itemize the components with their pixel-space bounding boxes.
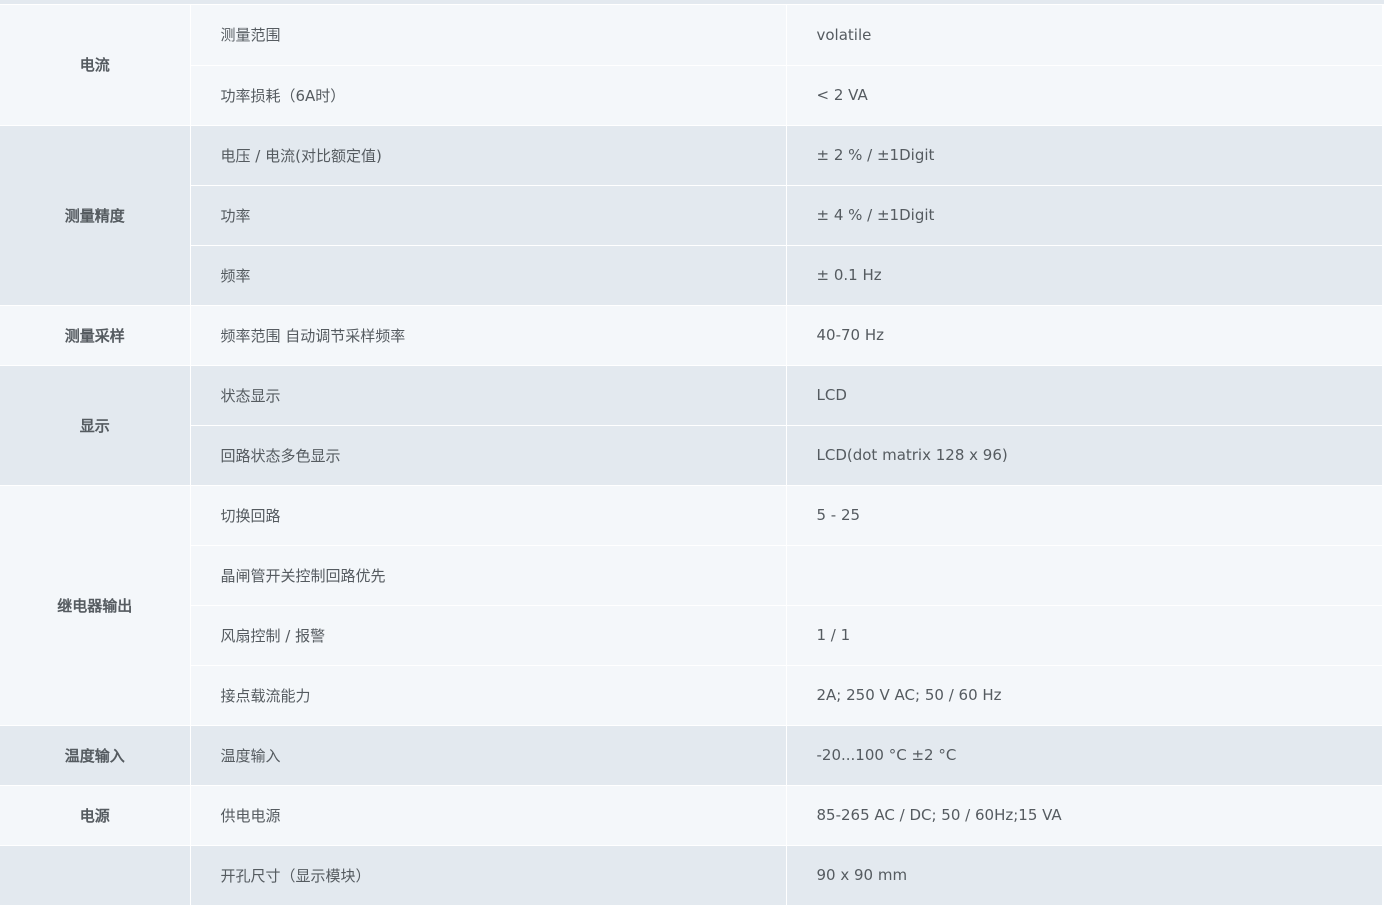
spec-value-cell xyxy=(786,545,1382,606)
category-cell: 电流 xyxy=(0,5,191,126)
table-row: 温度输入 温度输入 -20...100 °C ±2 °C xyxy=(0,725,1382,786)
category-cell: 继电器输出 xyxy=(0,485,191,726)
table-row: 晶闸管开关控制回路优先 xyxy=(0,545,1382,606)
table-row: 电源 供电电源 85-265 AC / DC; 50 / 60Hz;15 VA xyxy=(0,785,1382,846)
spec-item-cell: 开孔尺寸（显示模块） xyxy=(190,845,787,906)
spec-item-cell: 供电电源 xyxy=(190,785,787,846)
spec-value-cell: < 2 VA xyxy=(786,65,1382,126)
spec-item-cell: 频率范围 自动调节采样频率 xyxy=(190,305,787,366)
table-row: 回路状态多色显示 LCD(dot matrix 128 x 96) xyxy=(0,425,1382,486)
table-row: 电流 测量范围 volatile xyxy=(0,5,1382,126)
spec-item-cell: 状态显示 xyxy=(190,365,787,426)
spec-table: 电流 测量范围 volatile 功率损耗（6A时） < 2 VA 测量精度 电压 / 电流… xyxy=(0,5,1382,906)
table-row: 显示 状态显示 LCD xyxy=(0,365,1382,486)
table-row: 功率 ± 4 % / ±1Digit xyxy=(0,185,1382,246)
table-row: 风扇控制 / 报警 1 / 1 xyxy=(0,605,1382,666)
spec-item-cell: 晶闸管开关控制回路优先 xyxy=(190,545,787,606)
spec-value-cell: ± 4 % / ±1Digit xyxy=(786,185,1382,246)
spec-table-body: 电流 测量范围 volatile 功率损耗（6A时） < 2 VA 测量精度 电压 / 电流… xyxy=(0,5,1382,906)
spec-value-cell: ± 2 % / ±1Digit xyxy=(786,125,1382,186)
table-row: 接点载流能力 2A; 250 V AC; 50 / 60 Hz xyxy=(0,665,1382,726)
table-row: 测量精度 电压 / 电流(对比额定值) ± 2 % / ±1Digit xyxy=(0,125,1382,306)
table-row: 开孔尺寸（显示模块） 90 x 90 mm xyxy=(0,845,1382,906)
top-border xyxy=(0,0,1384,4)
category-cell xyxy=(0,845,191,906)
table-row: 测量采样 频率范围 自动调节采样频率 40-70 Hz xyxy=(0,305,1382,366)
category-cell: 显示 xyxy=(0,365,191,486)
category-cell: 电源 xyxy=(0,785,191,846)
spec-item-cell: 风扇控制 / 报警 xyxy=(190,605,787,666)
spec-value-cell: -20...100 °C ±2 °C xyxy=(786,725,1382,786)
spec-value-cell: LCD xyxy=(786,365,1382,426)
spec-value-cell: ± 0.1 Hz xyxy=(786,245,1382,306)
spec-item-cell: 温度输入 xyxy=(190,725,787,786)
spec-value-cell: 85-265 AC / DC; 50 / 60Hz;15 VA xyxy=(786,785,1382,846)
category-cell: 测量精度 xyxy=(0,125,191,306)
spec-item-cell: 电压 / 电流(对比额定值) xyxy=(190,125,787,186)
spec-value-cell: 40-70 Hz xyxy=(786,305,1382,366)
table-row: 频率 ± 0.1 Hz xyxy=(0,245,1382,306)
category-cell: 温度输入 xyxy=(0,725,191,786)
spec-value-cell: LCD(dot matrix 128 x 96) xyxy=(786,425,1382,486)
spec-item-cell: 接点载流能力 xyxy=(190,665,787,726)
spec-value-cell: volatile xyxy=(786,5,1382,66)
spec-value-cell: 2A; 250 V AC; 50 / 60 Hz xyxy=(786,665,1382,726)
spec-item-cell: 测量范围 xyxy=(190,5,787,66)
spec-item-cell: 切换回路 xyxy=(190,485,787,546)
spec-item-cell: 回路状态多色显示 xyxy=(190,425,787,486)
spec-value-cell: 5 - 25 xyxy=(786,485,1382,546)
spec-item-cell: 功率 xyxy=(190,185,787,246)
category-cell: 测量采样 xyxy=(0,305,191,366)
spec-item-cell: 功率损耗（6A时） xyxy=(190,65,787,126)
spec-item-cell: 频率 xyxy=(190,245,787,306)
table-row: 继电器输出 切换回路 5 - 25 xyxy=(0,485,1382,726)
table-row: 功率损耗（6A时） < 2 VA xyxy=(0,65,1382,126)
spec-value-cell: 1 / 1 xyxy=(786,605,1382,666)
spec-value-cell: 90 x 90 mm xyxy=(786,845,1382,906)
